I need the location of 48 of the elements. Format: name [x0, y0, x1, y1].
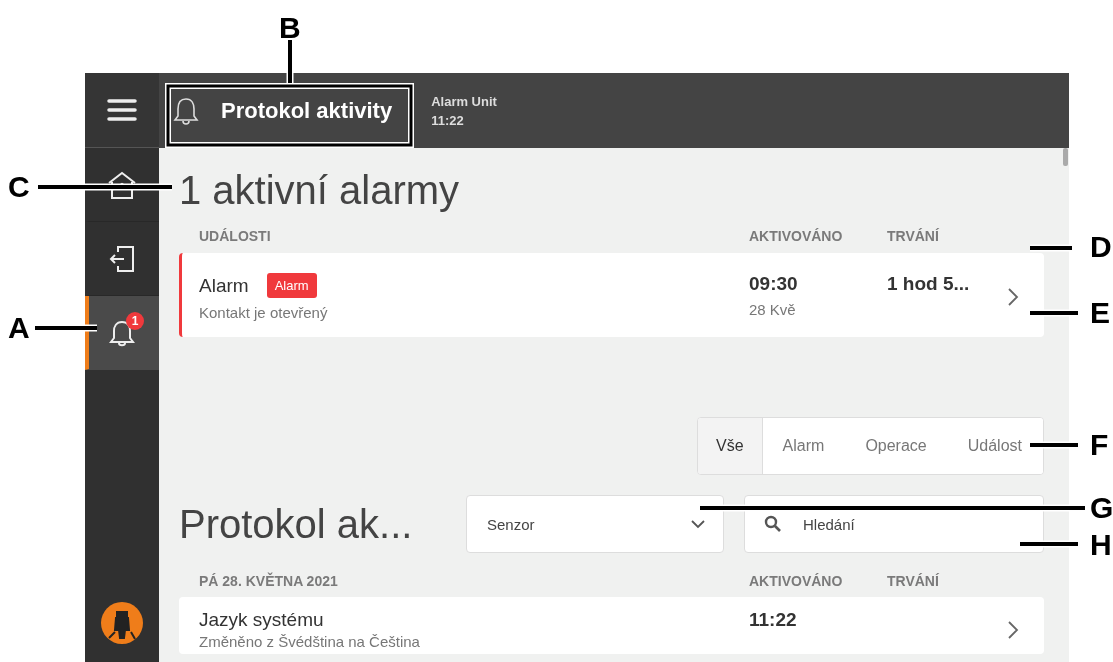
- log-card[interactable]: Jazyk systému Změněno z Švédština na Čeština 11:22: [179, 597, 1044, 654]
- menu-icon[interactable]: [107, 98, 137, 122]
- notification-badge: 1: [126, 312, 144, 330]
- column-header: AKTIVOVÁNO: [749, 573, 844, 589]
- page-title: Protokol aktivity: [221, 97, 393, 124]
- scrollbar-thumb[interactable]: [1063, 148, 1068, 166]
- event-name: Jazyk systému: [199, 609, 324, 630]
- callout-letter: F: [1090, 430, 1109, 460]
- leader-line: [1030, 244, 1072, 252]
- chevron-right-icon: [1007, 619, 1019, 640]
- callout-letter: H: [1090, 530, 1112, 560]
- activated-date: 28 Kvě: [749, 301, 797, 318]
- callout-letter: B: [279, 13, 301, 43]
- logout-icon: [108, 243, 136, 274]
- mascot-logo-icon: [101, 602, 143, 644]
- alarm-card[interactable]: Alarm Alarm Kontakt je otevřený 09:30 28 Kvě 1 hod 5...: [179, 253, 1044, 337]
- chevron-right-icon: [1007, 287, 1019, 307]
- column-header: PÁ 28. KVĚTNA 2021: [199, 573, 339, 589]
- leader-line: [1020, 540, 1078, 548]
- section-title: Protokol ak...: [179, 501, 414, 547]
- callout-letter: G: [1090, 493, 1113, 523]
- leader-line: [35, 324, 97, 332]
- chevron-down-icon: [691, 519, 705, 529]
- leader-line: [286, 40, 294, 85]
- leader-line: [1030, 309, 1078, 317]
- column-header: TRVÁNÍ: [887, 573, 940, 589]
- clock-time: 11:22: [431, 112, 465, 128]
- callout-letter: C: [8, 172, 30, 202]
- unit-name: Alarm Unit: [431, 93, 497, 109]
- filter-tab[interactable]: Vše: [698, 418, 763, 474]
- column-header: TRVÁNÍ: [887, 228, 940, 244]
- duration-text: 1 hod 5...: [887, 273, 971, 295]
- sidebar-item[interactable]: 1: [85, 296, 159, 370]
- bell-icon: [173, 95, 199, 126]
- callout-letter: E: [1090, 298, 1110, 328]
- home-icon: [106, 169, 138, 200]
- activated-time: 09:30: [749, 273, 799, 295]
- event-detail: Změněno z Švédština na Čeština: [199, 633, 421, 650]
- activated-time: 11:22: [749, 609, 798, 631]
- alarm-tag: Alarm: [266, 273, 317, 298]
- sensor-dropdown[interactable]: Senzor: [466, 495, 724, 553]
- event-name: Alarm: [199, 274, 249, 297]
- column-header: UDÁLOSTI: [199, 228, 272, 244]
- event-detail: Kontakt je otevřený: [199, 304, 329, 321]
- callout-letter: A: [8, 313, 30, 343]
- column-header: AKTIVOVÁNO: [749, 228, 844, 244]
- section-title: 1 aktivní alarmy: [179, 167, 461, 214]
- callout-letter: D: [1090, 232, 1112, 262]
